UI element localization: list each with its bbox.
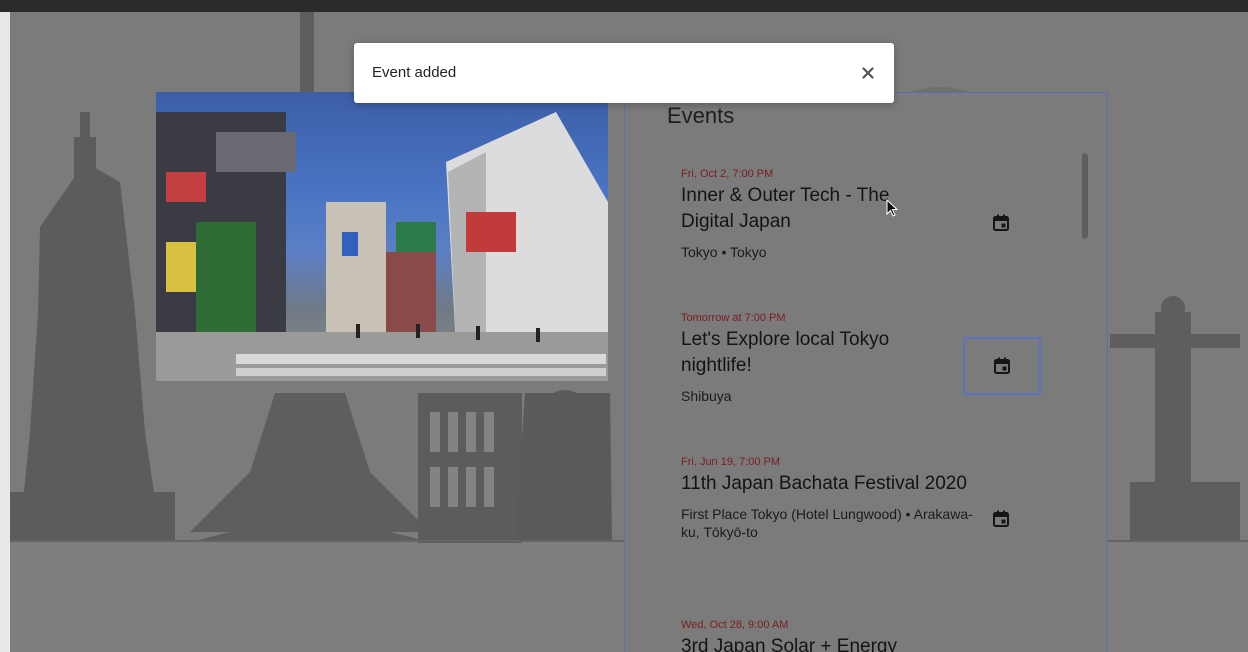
events-scrollbar-thumb[interactable] (1082, 153, 1088, 239)
event-date: Wed, Oct 28, 9:00 AM (681, 619, 789, 631)
event-location: Shibuya (681, 388, 732, 404)
event-item[interactable]: Fri, Oct 2, 7:00 PM Inner & Outer Tech -… (681, 167, 1011, 261)
toast-message: Event added (372, 64, 457, 81)
add-to-calendar-button[interactable] (963, 491, 1039, 547)
event-item[interactable]: Wed, Oct 28, 9:00 AM 3rd Japan Solar + E… (681, 618, 1011, 652)
event-title[interactable]: 11th Japan Bachata Festival 2020 (681, 471, 971, 497)
events-heading: Events (667, 103, 735, 128)
event-date: Fri, Oct 2, 7:00 PM (681, 168, 774, 180)
calendar-icon (993, 510, 1009, 527)
add-to-calendar-button[interactable] (963, 195, 1039, 251)
event-title[interactable]: 3rd Japan Solar + Energy (681, 634, 971, 652)
event-item[interactable]: Tomorrow at 7:00 PM Let's Explore local … (681, 311, 1011, 405)
event-location: Tokyo • Tokyo (681, 244, 767, 260)
event-location: First Place Tokyo (Hotel Lungwood) • Ara… (681, 506, 973, 540)
city-street-photo (156, 92, 608, 381)
window-top-frame (0, 0, 1248, 12)
toast-close-button[interactable] (856, 61, 880, 85)
close-icon (862, 67, 874, 79)
city-photo-art (156, 112, 608, 381)
window-left-edge (0, 12, 10, 652)
calendar-icon (993, 214, 1009, 231)
mouse-cursor-icon (886, 199, 899, 217)
calendar-icon (994, 357, 1010, 374)
event-date: Fri, Jun 19, 7:00 PM (681, 456, 781, 468)
event-date: Tomorrow at 7:00 PM (681, 312, 786, 324)
add-to-calendar-button[interactable] (963, 337, 1041, 395)
events-panel: Events Fri, Oct 2, 7:00 PM Inner & Outer… (624, 92, 1108, 652)
event-item[interactable]: Fri, Jun 19, 7:00 PM 11th Japan Bachata … (681, 455, 1011, 541)
toast-notification: Event added (354, 43, 894, 103)
event-title[interactable]: Let's Explore local Tokyo nightlife! (681, 327, 941, 379)
